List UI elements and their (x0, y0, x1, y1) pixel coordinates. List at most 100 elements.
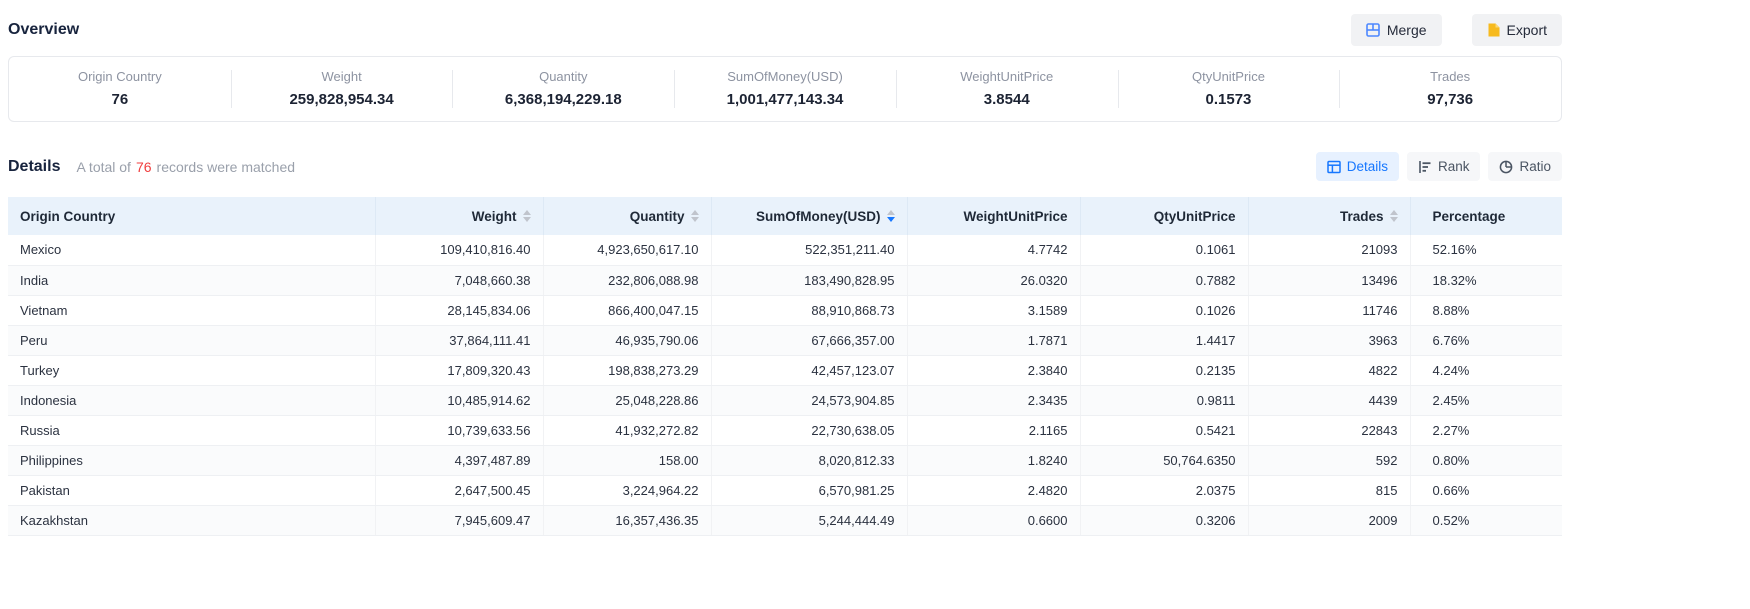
column-header-qty-unit-price: QtyUnitPrice (1080, 197, 1248, 235)
cell-quantity: 16,357,436.35 (543, 505, 711, 535)
column-header-label: SumOfMoney(USD) (756, 209, 881, 224)
column-header-label: Trades (1340, 209, 1384, 224)
cell-qty-unit-price: 2.0375 (1080, 475, 1248, 505)
summary-card: SumOfMoney(USD) 1,001,477,143.34 (674, 57, 896, 121)
details-table-icon (1327, 160, 1341, 174)
summary-card-label: Trades (1339, 69, 1561, 84)
summary-card-value: 0.1573 (1118, 91, 1340, 108)
cell-trades: 4822 (1248, 355, 1410, 385)
summary-card-label: WeightUnitPrice (896, 69, 1118, 84)
match-suffix: records were matched (157, 159, 296, 175)
cell-weight: 7,945,609.47 (375, 505, 543, 535)
summary-card-label: Weight (231, 69, 453, 84)
merge-button[interactable]: Merge (1351, 14, 1442, 46)
cell-weight-unit-price: 1.8240 (907, 445, 1080, 475)
cell-weight: 109,410,816.40 (375, 235, 543, 265)
view-button-ratio[interactable]: Ratio (1488, 152, 1562, 181)
summary-card-label: QtyUnitPrice (1118, 69, 1340, 84)
ratio-icon (1499, 160, 1513, 174)
cell-weight-unit-price: 2.3840 (907, 355, 1080, 385)
export-button[interactable]: Export (1472, 14, 1562, 46)
cell-weight-unit-price: 0.6600 (907, 505, 1080, 535)
cell-weight: 10,485,914.62 (375, 385, 543, 415)
view-button-label: Ratio (1519, 159, 1551, 174)
details-title: Details (8, 158, 60, 176)
cell-trades: 3963 (1248, 325, 1410, 355)
column-header-label: WeightUnitPrice (963, 209, 1067, 224)
cell-weight-unit-price: 4.7742 (907, 235, 1080, 265)
cell-trades: 4439 (1248, 385, 1410, 415)
cell-qty-unit-price: 0.9811 (1080, 385, 1248, 415)
cell-origin-country: Mexico (8, 235, 375, 265)
cell-quantity: 4,923,650,617.10 (543, 235, 711, 265)
cell-percentage: 4.24% (1410, 355, 1562, 385)
summary-card: Weight259,828,954.34 (231, 57, 453, 121)
topbar: Overview Merge Export (8, 0, 1562, 54)
table-row: Peru37,864,111.4146,935,790.0667,666,357… (8, 325, 1562, 355)
cell-trades: 13496 (1248, 265, 1410, 295)
cell-percentage: 6.76% (1410, 325, 1562, 355)
column-header-trades[interactable]: Trades (1248, 197, 1410, 235)
cell-quantity: 232,806,088.98 (543, 265, 711, 295)
cell-quantity: 866,400,047.15 (543, 295, 711, 325)
merge-icon (1366, 23, 1380, 37)
summary-card-value: 3.8544 (896, 91, 1118, 108)
cell-qty-unit-price: 50,764.6350 (1080, 445, 1248, 475)
cell-sum-of-money-usd: 5,244,444.49 (711, 505, 907, 535)
table-row: Kazakhstan7,945,609.4716,357,436.355,244… (8, 505, 1562, 535)
cell-weight-unit-price: 1.7871 (907, 325, 1080, 355)
match-text: A total of 76 records were matched (76, 159, 295, 175)
cell-trades: 592 (1248, 445, 1410, 475)
cell-sum-of-money-usd: 22,730,638.05 (711, 415, 907, 445)
column-header-label: Origin Country (20, 209, 115, 224)
column-header-label: QtyUnitPrice (1154, 209, 1236, 224)
cell-percentage: 2.27% (1410, 415, 1562, 445)
match-prefix: A total of (76, 159, 130, 175)
merge-button-label: Merge (1387, 22, 1427, 38)
summary-card-value: 97,736 (1339, 91, 1561, 108)
table-row: Vietnam28,145,834.06866,400,047.1588,910… (8, 295, 1562, 325)
summary-card-value: 1,001,477,143.34 (674, 91, 896, 108)
summary-card-label: SumOfMoney(USD) (674, 69, 896, 84)
column-header-weight[interactable]: Weight (375, 197, 543, 235)
cell-percentage: 2.45% (1410, 385, 1562, 415)
cell-origin-country: India (8, 265, 375, 295)
cell-weight: 10,739,633.56 (375, 415, 543, 445)
match-count: 76 (136, 159, 152, 175)
cell-qty-unit-price: 0.1061 (1080, 235, 1248, 265)
column-header-origin-country: Origin Country (8, 197, 375, 235)
cell-weight-unit-price: 2.4820 (907, 475, 1080, 505)
view-button-label: Details (1347, 159, 1388, 174)
column-header-quantity[interactable]: Quantity (543, 197, 711, 235)
sort-icon (523, 210, 531, 222)
column-header-label: Weight (472, 209, 517, 224)
export-button-label: Export (1507, 22, 1547, 38)
cell-trades: 21093 (1248, 235, 1410, 265)
cell-weight-unit-price: 2.3435 (907, 385, 1080, 415)
page-title: Overview (8, 21, 79, 39)
cell-percentage: 0.66% (1410, 475, 1562, 505)
details-table: Origin Country Weight Quantity SumOfMoney(U… (8, 197, 1562, 536)
column-header-sum-of-money-usd[interactable]: SumOfMoney(USD) (711, 197, 907, 235)
summary-card-label: Quantity (452, 69, 674, 84)
table-header-row: Origin Country Weight Quantity SumOfMoney(U… (8, 197, 1562, 235)
cell-quantity: 158.00 (543, 445, 711, 475)
cell-sum-of-money-usd: 24,573,904.85 (711, 385, 907, 415)
cell-sum-of-money-usd: 183,490,828.95 (711, 265, 907, 295)
cell-origin-country: Indonesia (8, 385, 375, 415)
cell-percentage: 18.32% (1410, 265, 1562, 295)
cell-trades: 22843 (1248, 415, 1410, 445)
view-button-rank[interactable]: Rank (1407, 152, 1481, 181)
cell-weight: 28,145,834.06 (375, 295, 543, 325)
summary-card-value: 6,368,194,229.18 (452, 91, 674, 108)
export-icon (1487, 23, 1500, 37)
summary-card: QtyUnitPrice 0.1573 (1118, 57, 1340, 121)
view-button-details[interactable]: Details (1316, 152, 1399, 181)
table-row: Philippines4,397,487.89158.008,020,812.3… (8, 445, 1562, 475)
cell-percentage: 52.16% (1410, 235, 1562, 265)
table-header-row-container: Origin Country Weight Quantity SumOfMoney(U… (8, 197, 1562, 235)
cell-origin-country: Vietnam (8, 295, 375, 325)
cell-qty-unit-price: 0.1026 (1080, 295, 1248, 325)
cell-sum-of-money-usd: 67,666,357.00 (711, 325, 907, 355)
cell-weight: 2,647,500.45 (375, 475, 543, 505)
